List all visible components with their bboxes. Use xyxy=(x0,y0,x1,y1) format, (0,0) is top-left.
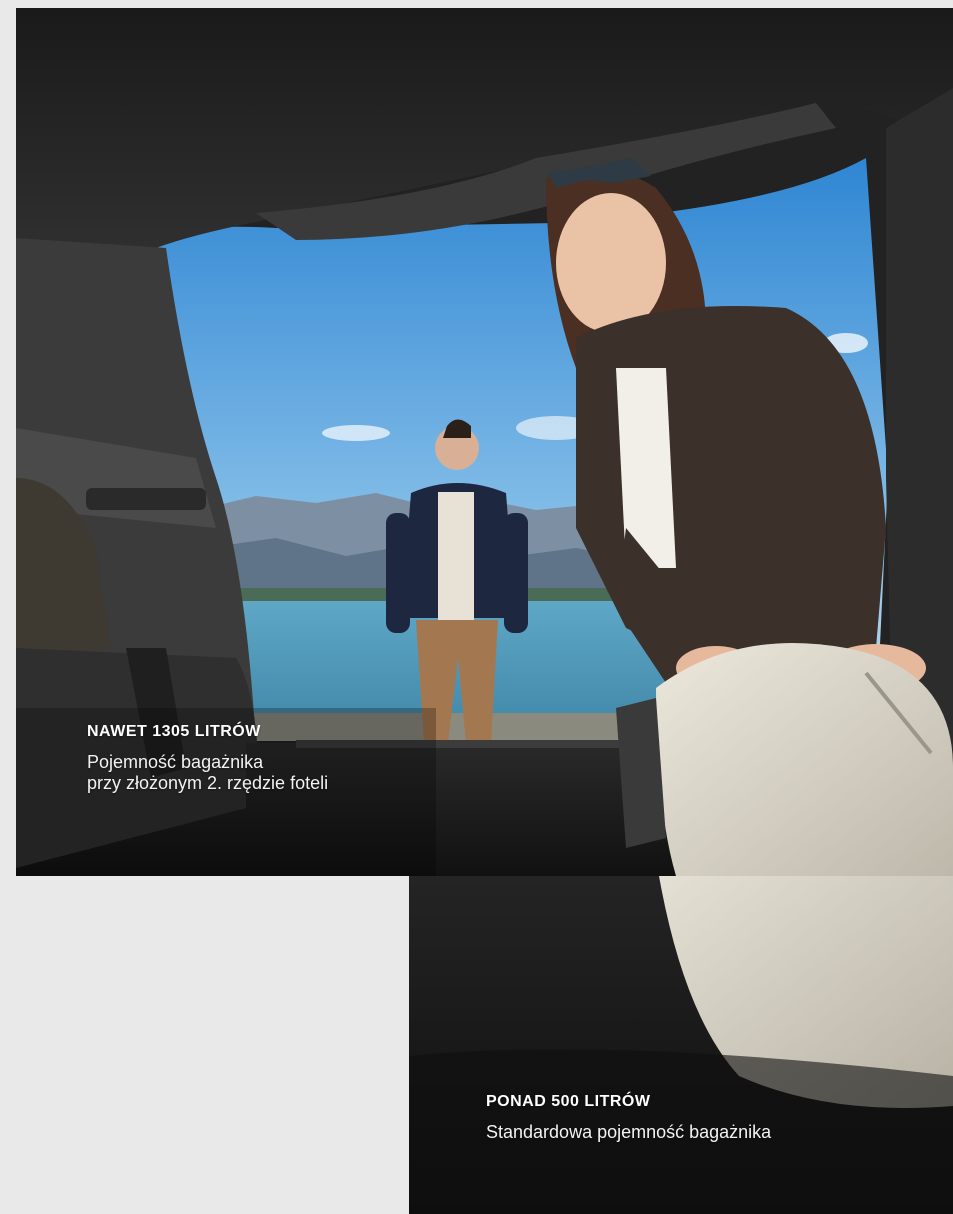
feature-headline: NAWET 1305 LITRÓW xyxy=(87,723,261,740)
feature-caption-standard: PONAD 500 LITRÓW Standardowa pojemność b… xyxy=(486,1092,771,1143)
feature-headline: PONAD 500 LITRÓW xyxy=(486,1093,651,1110)
feature-description-line: przy złożonym 2. rzędzie foteli xyxy=(87,773,329,793)
trunk-floor-illustration xyxy=(409,876,953,1214)
feature-caption-folded-seats: NAWET 1305 LITRÓW Pojemność bagażnika pr… xyxy=(87,722,328,794)
feature-description: Pojemność bagażnika przy złożonym 2. rzę… xyxy=(87,752,328,794)
trunk-photo-lower: PONAD 500 LITRÓW Standardowa pojemność b… xyxy=(409,876,953,1214)
feature-description-line: Pojemność bagażnika xyxy=(87,752,264,772)
trunk-photo: NAWET 1305 LITRÓW Pojemność bagażnika pr… xyxy=(16,8,953,876)
feature-description: Standardowa pojemność bagażnika xyxy=(486,1122,771,1143)
feature-description-line: Standardowa pojemność bagażnika xyxy=(486,1122,772,1142)
